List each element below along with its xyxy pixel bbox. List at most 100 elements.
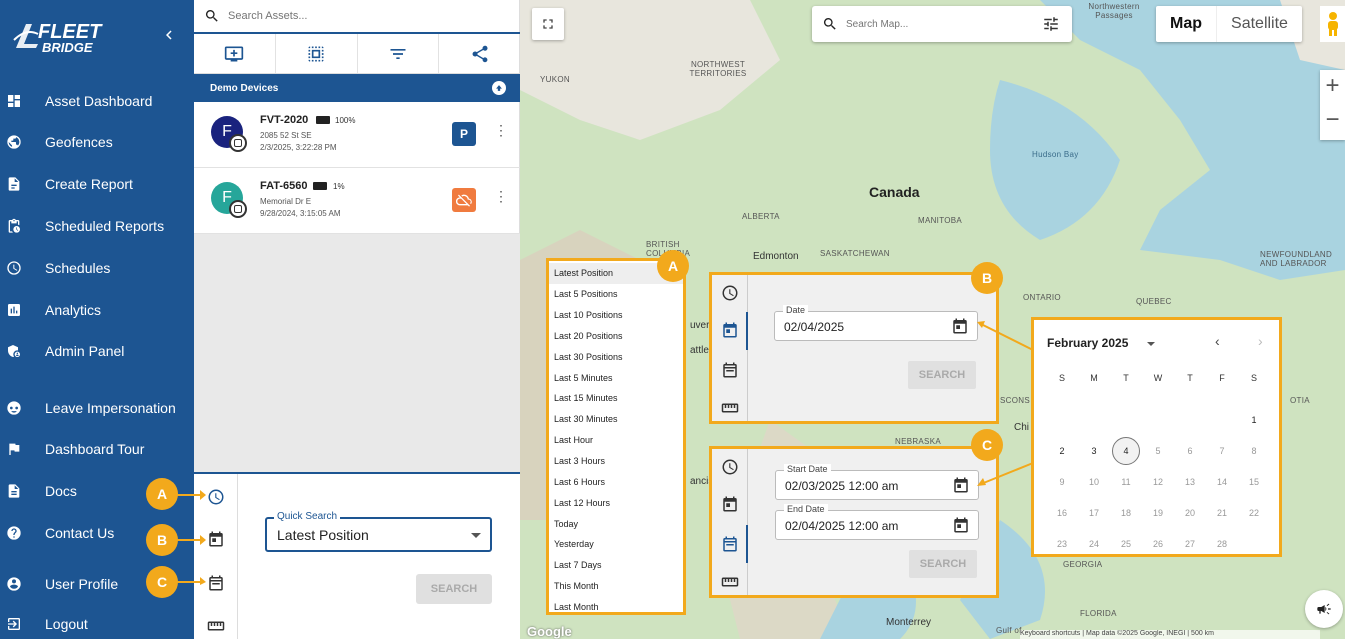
select-all-button[interactable]	[276, 34, 358, 73]
calendar-day[interactable]: 6	[1174, 446, 1206, 456]
more-vert-icon[interactable]: ⋮	[494, 188, 508, 205]
calendar-picker-icon[interactable]	[952, 476, 970, 494]
clock-icon[interactable]	[721, 458, 739, 476]
quick-option[interactable]: Last 5 Minutes	[549, 367, 683, 388]
calendar-day[interactable]: 19	[1142, 508, 1174, 518]
logo-line2: BRIDGE	[42, 40, 93, 55]
calendar-day[interactable]: 12	[1142, 477, 1174, 487]
zoom-in-icon[interactable]: +	[1320, 72, 1345, 104]
calendar-day[interactable]: 16	[1046, 508, 1078, 518]
calendar-day[interactable]: 8	[1238, 446, 1270, 456]
tab-date-range[interactable]	[202, 569, 230, 597]
calendar-day[interactable]: 11	[1110, 477, 1142, 487]
quick-option[interactable]: Last Hour	[549, 430, 683, 451]
quick-option[interactable]: Last 5 Positions	[549, 284, 683, 305]
quick-option[interactable]: Last 15 Minutes	[549, 388, 683, 409]
calendar-day[interactable]: 1	[1238, 415, 1270, 425]
tab-single-date[interactable]	[202, 525, 230, 553]
ruler-icon[interactable]	[721, 573, 739, 591]
quick-option[interactable]: Today	[549, 513, 683, 534]
quick-option[interactable]: Last 3 Hours	[549, 451, 683, 472]
street-view-pegman-icon[interactable]	[1320, 6, 1345, 42]
calendar-day[interactable]: 18	[1110, 508, 1142, 518]
asset-search-input[interactable]	[228, 10, 488, 22]
fullscreen-button[interactable]	[532, 8, 564, 40]
quick-option[interactable]: This Month	[549, 576, 683, 597]
quick-option[interactable]: Last 10 Positions	[549, 305, 683, 326]
map-type-satellite-button[interactable]: Satellite	[1216, 6, 1302, 42]
tune-icon[interactable]	[1042, 15, 1060, 33]
collapse-group-arrow-icon[interactable]	[492, 81, 506, 95]
quick-option[interactable]: Last 7 Days	[549, 555, 683, 576]
nav-scheduled-reports[interactable]: Scheduled Reports	[0, 209, 194, 243]
calendar-day-icon[interactable]	[721, 495, 739, 513]
calendar-day[interactable]: 15	[1238, 477, 1270, 487]
month-dropdown-icon[interactable]	[1147, 342, 1155, 346]
calendar-day[interactable]: 2	[1046, 446, 1078, 456]
calendar-day[interactable]: 3	[1078, 446, 1110, 456]
calendar-picker-icon[interactable]	[951, 317, 969, 335]
quick-option[interactable]: Yesterday	[549, 534, 683, 555]
device-row[interactable]: F FAT-6560 1% Memorial Dr E 9/28/2024, 3…	[194, 168, 520, 234]
google-logo: Google	[527, 624, 572, 639]
share-button[interactable]	[439, 34, 520, 73]
nav-admin-panel[interactable]: Admin Panel	[0, 334, 194, 368]
dropdown-caret-icon[interactable]	[471, 533, 481, 538]
quick-option[interactable]: Last 20 Positions	[549, 326, 683, 347]
calendar-range-icon[interactable]	[721, 361, 739, 379]
device-group-header[interactable]: Demo Devices	[194, 74, 520, 102]
calendar-day[interactable]: 10	[1078, 477, 1110, 487]
calendar-day[interactable]: 22	[1238, 508, 1270, 518]
tab-quick-search[interactable]	[202, 483, 230, 511]
quick-option[interactable]: Last 6 Hours	[549, 471, 683, 492]
nav-asset-dashboard[interactable]: Asset Dashboard	[0, 84, 194, 118]
ruler-icon[interactable]	[721, 399, 739, 417]
feedback-button[interactable]	[1305, 590, 1343, 628]
calendar-range-icon[interactable]	[721, 535, 739, 553]
nav-schedules[interactable]: Schedules	[0, 251, 194, 285]
nav-logout[interactable]: Logout	[0, 607, 194, 639]
nav-analytics[interactable]: Analytics	[0, 293, 194, 327]
tab-ruler[interactable]	[202, 612, 230, 639]
calendar-month[interactable]: February 2025	[1047, 336, 1128, 350]
calendar-day[interactable]: 17	[1078, 508, 1110, 518]
map-type-map-button[interactable]: Map	[1156, 6, 1216, 42]
fleetbridge-logo[interactable]: FLEET BRIDGE	[12, 14, 132, 56]
more-vert-icon[interactable]: ⋮	[494, 122, 508, 139]
calendar-day[interactable]: 25	[1110, 539, 1142, 549]
nav-leave-impersonation[interactable]: Leave Impersonation	[0, 391, 194, 425]
calendar-day[interactable]: 4	[1112, 436, 1140, 465]
search-button[interactable]: SEARCH	[416, 574, 492, 604]
calendar-day[interactable]: 21	[1206, 508, 1238, 518]
collapse-sidebar-chevron-icon[interactable]	[160, 26, 178, 44]
quick-option[interactable]: Last Month	[549, 597, 683, 618]
nav-geofences[interactable]: Geofences	[0, 125, 194, 159]
nav-dashboard-tour[interactable]: Dashboard Tour	[0, 432, 194, 466]
calendar-day[interactable]: 28	[1206, 539, 1238, 549]
prev-month-icon[interactable]: ‹	[1215, 333, 1220, 349]
calendar-day[interactable]: 14	[1206, 477, 1238, 487]
quick-option[interactable]: Last 30 Minutes	[549, 409, 683, 430]
calendar-day[interactable]: 9	[1046, 477, 1078, 487]
range-search-button[interactable]: SEARCH	[909, 550, 977, 578]
calendar-day[interactable]: 7	[1206, 446, 1238, 456]
calendar-day[interactable]: 27	[1174, 539, 1206, 549]
clock-icon[interactable]	[721, 284, 739, 302]
zoom-out-icon[interactable]: −	[1320, 106, 1345, 138]
nav-create-report[interactable]: Create Report	[0, 167, 194, 201]
calendar-day-icon[interactable]	[721, 321, 739, 339]
device-row[interactable]: F FVT-2020 100% 2085 52 St SE 2/3/2025, …	[194, 102, 520, 168]
date-search-button[interactable]: SEARCH	[908, 361, 976, 389]
calendar-day[interactable]: 26	[1142, 539, 1174, 549]
calendar-day[interactable]: 23	[1046, 539, 1078, 549]
calendar-day[interactable]: 13	[1174, 477, 1206, 487]
map-search-input[interactable]	[846, 18, 1036, 30]
calendar-day[interactable]: 24	[1078, 539, 1110, 549]
calendar-day[interactable]: 20	[1174, 508, 1206, 518]
quick-option[interactable]: Last 12 Hours	[549, 492, 683, 513]
quick-option[interactable]: Last 30 Positions	[549, 346, 683, 367]
calendar-day[interactable]: 5	[1142, 446, 1174, 456]
calendar-picker-icon[interactable]	[952, 516, 970, 534]
filter-button[interactable]	[358, 34, 440, 73]
add-asset-button[interactable]	[194, 34, 276, 73]
